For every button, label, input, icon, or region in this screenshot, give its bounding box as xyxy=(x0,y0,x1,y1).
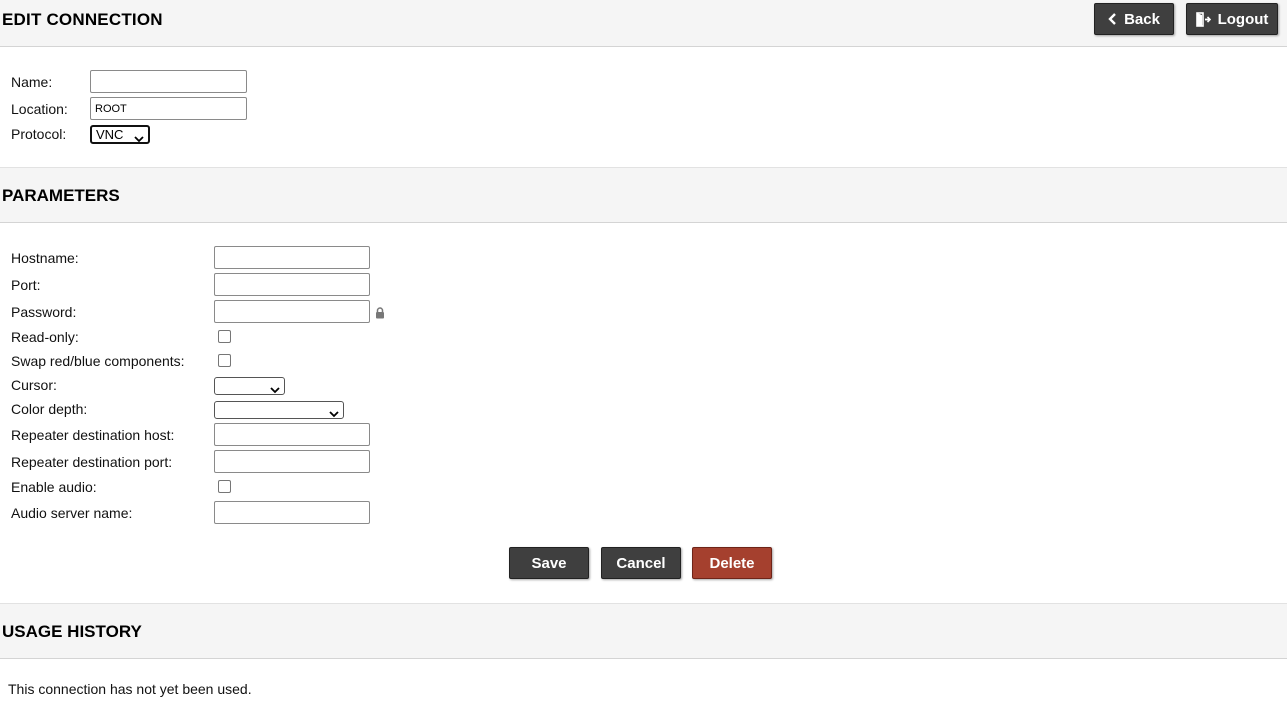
name-label: Name: xyxy=(11,74,53,90)
protocol-label: Protocol: xyxy=(11,126,67,142)
parameters-section-header: PARAMETERS xyxy=(0,167,1287,223)
usage-history-section-header: USAGE HISTORY xyxy=(0,603,1287,659)
color-depth-select[interactable] xyxy=(214,401,344,419)
logout-door-icon xyxy=(1195,11,1211,27)
usage-history-message: This connection has not yet been used. xyxy=(8,681,252,697)
page-title: EDIT CONNECTION xyxy=(2,10,163,29)
save-button[interactable]: Save xyxy=(509,547,589,579)
enable-audio-label: Enable audio: xyxy=(11,479,97,495)
name-input[interactable] xyxy=(90,70,247,93)
chevron-down-icon xyxy=(270,382,280,397)
location-label: Location: xyxy=(11,101,68,117)
hostname-label: Hostname: xyxy=(11,250,79,266)
protocol-select[interactable]: VNC xyxy=(90,125,150,144)
location-input[interactable] xyxy=(90,97,247,120)
cursor-label: Cursor: xyxy=(11,377,57,393)
protocol-select-value: VNC xyxy=(96,127,124,142)
password-input[interactable] xyxy=(214,300,370,323)
cursor-select[interactable] xyxy=(214,377,285,395)
usage-history-title: USAGE HISTORY xyxy=(2,622,142,641)
back-button[interactable]: Back xyxy=(1094,3,1174,35)
audio-server-label: Audio server name: xyxy=(11,505,133,521)
readonly-label: Read-only: xyxy=(11,329,79,345)
parameters-title: PARAMETERS xyxy=(2,186,120,205)
hostname-input[interactable] xyxy=(214,246,370,269)
logout-button-label: Logout xyxy=(1217,10,1269,28)
port-input[interactable] xyxy=(214,273,370,296)
chevron-down-icon xyxy=(134,131,144,146)
swap-red-blue-label: Swap red/blue components: xyxy=(11,353,185,369)
swap-red-blue-checkbox[interactable] xyxy=(218,354,231,367)
page-header: EDIT CONNECTION Back Logout xyxy=(0,0,1287,47)
back-button-label: Back xyxy=(1124,10,1160,28)
logout-button[interactable]: Logout xyxy=(1186,3,1278,35)
chevron-left-icon xyxy=(1108,13,1117,25)
repeater-port-label: Repeater destination port: xyxy=(11,454,173,470)
lock-icon[interactable] xyxy=(375,306,385,322)
enable-audio-checkbox[interactable] xyxy=(218,480,231,493)
chevron-down-icon xyxy=(329,406,339,421)
password-label: Password: xyxy=(11,304,77,320)
repeater-host-label: Repeater destination host: xyxy=(11,427,175,443)
port-label: Port: xyxy=(11,277,41,293)
repeater-host-input[interactable] xyxy=(214,423,370,446)
repeater-port-input[interactable] xyxy=(214,450,370,473)
audio-server-input[interactable] xyxy=(214,501,370,524)
cancel-button[interactable]: Cancel xyxy=(601,547,681,579)
color-depth-label: Color depth: xyxy=(11,401,88,417)
delete-button[interactable]: Delete xyxy=(692,547,772,579)
readonly-checkbox[interactable] xyxy=(218,330,231,343)
